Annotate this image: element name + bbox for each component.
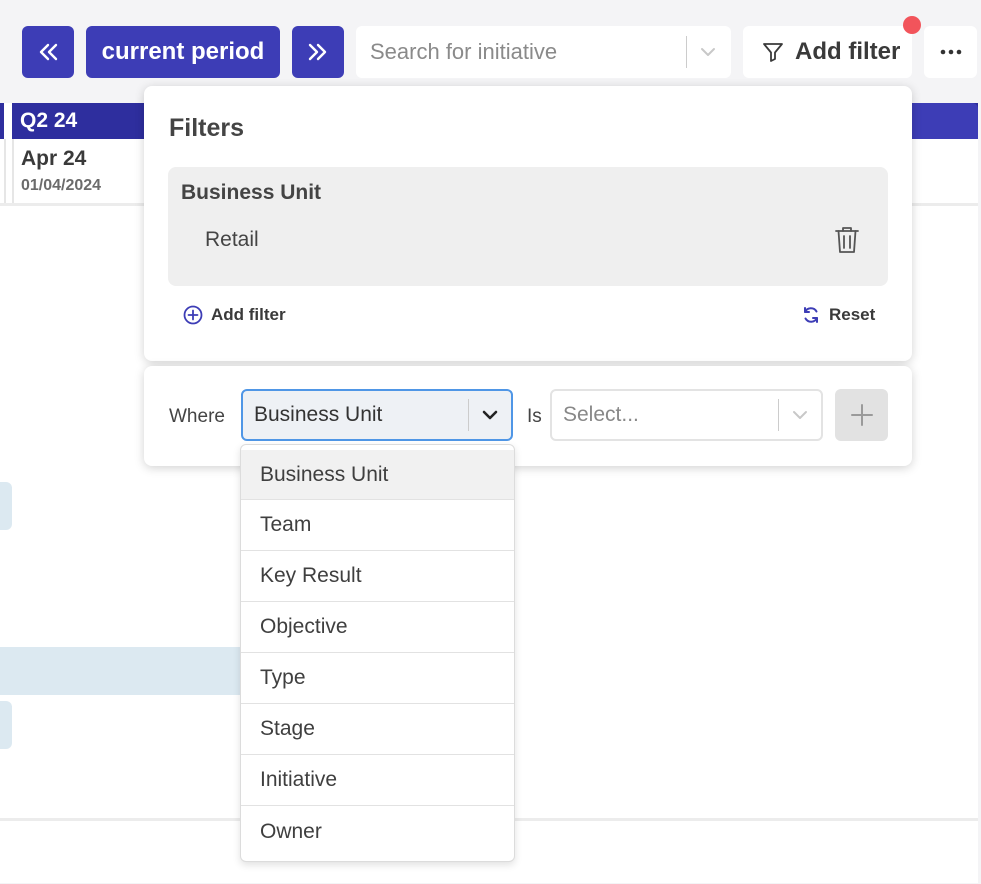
chevron-down-icon bbox=[701, 48, 715, 56]
add-filter-link-label: Add filter bbox=[211, 305, 286, 324]
field-options-menu: Business Unit Team Key Result Objective … bbox=[240, 444, 515, 862]
add-filter-button[interactable]: Add filter bbox=[743, 26, 912, 78]
filter-value-select[interactable]: Select... bbox=[550, 389, 823, 441]
current-period-label: current period bbox=[101, 38, 265, 65]
field-option[interactable]: Stage bbox=[241, 704, 514, 755]
month-label: Apr 24 bbox=[21, 147, 87, 170]
next-period-button[interactable] bbox=[292, 26, 344, 78]
double-chevron-right-icon bbox=[308, 43, 327, 61]
search-dropdown-toggle[interactable] bbox=[687, 42, 729, 62]
filter-field-value: Business Unit bbox=[254, 403, 383, 426]
field-option[interactable]: Owner bbox=[241, 806, 514, 857]
month-date: 01/04/2024 bbox=[21, 177, 102, 194]
field-dropdown-toggle[interactable] bbox=[469, 405, 511, 425]
notification-dot bbox=[903, 16, 921, 34]
filter-field-select[interactable]: Business Unit bbox=[241, 389, 513, 441]
reset-label: Reset bbox=[829, 305, 876, 324]
plus-circle-icon bbox=[183, 305, 203, 325]
month-column-header: Apr 24 01/04/2024 bbox=[12, 139, 152, 205]
previous-period-button[interactable] bbox=[22, 26, 74, 78]
add-filter-link[interactable]: Add filter bbox=[183, 305, 286, 325]
reset-filters-button[interactable]: Reset bbox=[801, 305, 875, 325]
trash-icon bbox=[835, 227, 859, 253]
search-input[interactable] bbox=[356, 38, 686, 66]
toolbar: current period Add filter bbox=[0, 0, 981, 90]
field-option[interactable]: Initiative bbox=[241, 755, 514, 806]
plus-icon bbox=[850, 404, 873, 426]
is-label: Is bbox=[527, 406, 542, 427]
chevron-down-icon bbox=[793, 411, 807, 419]
active-filter-field: Business Unit bbox=[181, 181, 322, 204]
chevron-down-icon bbox=[482, 410, 498, 420]
refresh-icon bbox=[804, 307, 818, 323]
column-divider bbox=[0, 139, 6, 205]
field-option[interactable]: Type bbox=[241, 653, 514, 704]
quarter-label: Q2 24 bbox=[20, 109, 78, 132]
filter-value-placeholder: Select... bbox=[563, 403, 639, 426]
active-filter-value: Retail bbox=[205, 228, 259, 251]
add-filter-condition-button[interactable] bbox=[835, 389, 888, 441]
field-option[interactable]: Team bbox=[241, 500, 514, 551]
ellipsis-icon bbox=[940, 49, 961, 55]
timeline-item-bar[interactable] bbox=[0, 647, 242, 695]
timeline-item-bar[interactable] bbox=[0, 701, 12, 749]
initiative-search[interactable] bbox=[356, 26, 731, 78]
add-filter-label: Add filter bbox=[795, 38, 901, 65]
timeline-item-bar[interactable] bbox=[0, 482, 12, 530]
field-option[interactable]: Key Result bbox=[241, 551, 514, 602]
double-chevron-left-icon bbox=[39, 43, 58, 61]
delete-filter-button[interactable] bbox=[832, 223, 862, 257]
more-options-button[interactable] bbox=[924, 26, 977, 78]
filters-panel: Filters Business Unit Retail Add filter … bbox=[144, 86, 912, 361]
filter-icon bbox=[763, 43, 783, 62]
current-period-button[interactable]: current period bbox=[86, 26, 280, 78]
active-filter-card: Business Unit Retail bbox=[168, 167, 888, 286]
where-label: Where bbox=[169, 406, 225, 427]
field-option[interactable]: Business Unit bbox=[241, 450, 514, 500]
field-option[interactable]: Objective bbox=[241, 602, 514, 653]
filters-title: Filters bbox=[169, 114, 245, 142]
value-dropdown-toggle[interactable] bbox=[779, 405, 821, 425]
